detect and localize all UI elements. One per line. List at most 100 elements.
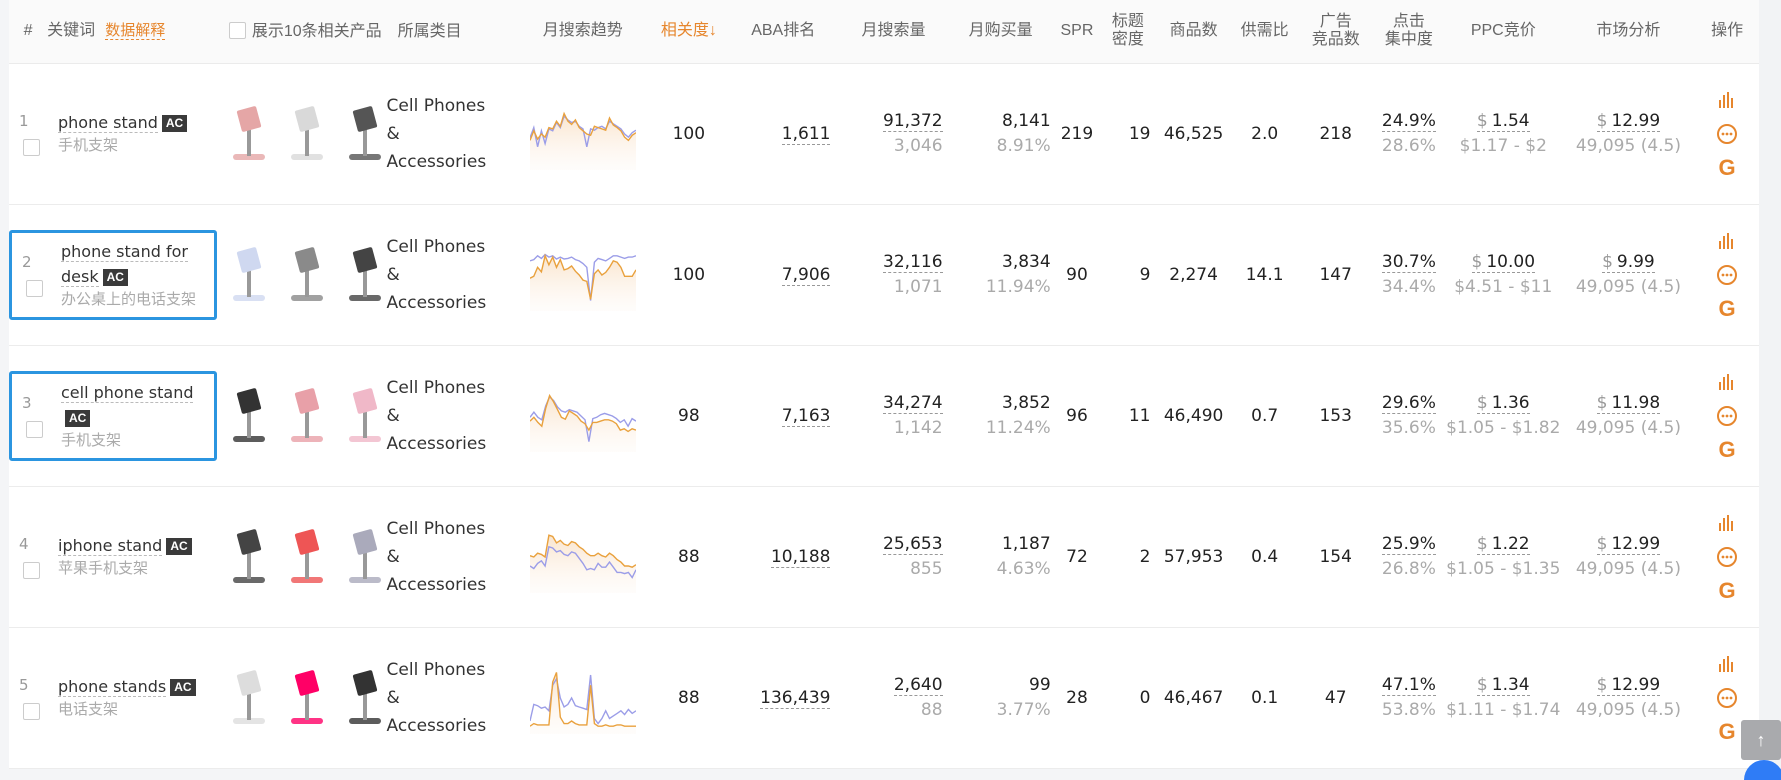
click-concentration[interactable]: 25.9% bbox=[1381, 533, 1436, 555]
market-price[interactable]: $12.99 bbox=[1596, 110, 1661, 132]
trend-sparkline[interactable] bbox=[514, 204, 652, 345]
more-options-icon[interactable] bbox=[1716, 687, 1738, 709]
aba-rank[interactable]: 7,163 bbox=[781, 405, 831, 427]
product-thumbnails bbox=[217, 63, 387, 204]
google-search-icon[interactable]: G bbox=[1716, 719, 1738, 744]
row-checkbox[interactable] bbox=[26, 420, 43, 438]
monthly-search-cell: 34,274 1,142 bbox=[840, 345, 946, 486]
ppc-bid[interactable]: $10.00 bbox=[1471, 251, 1536, 273]
product-thumbnail[interactable] bbox=[223, 525, 275, 589]
market-cell: $9.99 49,095 (4.5) bbox=[1562, 204, 1696, 345]
monthly-search[interactable]: 34,274 bbox=[883, 392, 943, 414]
scroll-to-top-button[interactable]: ↑ bbox=[1741, 720, 1781, 760]
col-supply-demand[interactable]: 供需比 bbox=[1231, 0, 1299, 63]
ppc-value: 1.34 bbox=[1491, 674, 1530, 695]
ppc-bid[interactable]: $1.36 bbox=[1476, 392, 1530, 414]
click-concentration[interactable]: 30.7% bbox=[1381, 251, 1436, 273]
col-aba-rank[interactable]: ABA排名 bbox=[726, 0, 841, 63]
monthly-search[interactable]: 2,640 bbox=[893, 674, 943, 696]
click-concentration[interactable]: 47.1% bbox=[1381, 674, 1436, 696]
col-click-concentration[interactable]: 点击 集中度 bbox=[1373, 0, 1445, 63]
google-search-icon[interactable]: G bbox=[1716, 296, 1738, 321]
keyword-text[interactable]: cell phone stand bbox=[61, 382, 194, 403]
market-price[interactable]: $9.99 bbox=[1602, 251, 1655, 273]
more-options-icon[interactable] bbox=[1716, 123, 1738, 145]
keyword-box: 2 phone stand for desk AC 办公桌上的电话支架 bbox=[9, 229, 217, 320]
ppc-bid[interactable]: $1.54 bbox=[1476, 110, 1530, 132]
product-thumbnail[interactable] bbox=[281, 384, 333, 448]
product-thumbnail[interactable] bbox=[281, 666, 333, 730]
product-thumbnail[interactable] bbox=[339, 243, 391, 307]
row-checkbox[interactable] bbox=[26, 279, 43, 297]
market-currency: $ bbox=[1596, 392, 1608, 413]
col-title-density[interactable]: 标题 密度 bbox=[1099, 0, 1156, 63]
show-products-checkbox[interactable] bbox=[228, 21, 246, 39]
trend-sparkline[interactable] bbox=[514, 627, 652, 768]
product-thumbnail[interactable] bbox=[281, 525, 333, 589]
col-ppc[interactable]: PPC竞价 bbox=[1445, 0, 1562, 63]
market-price[interactable]: $12.99 bbox=[1596, 533, 1661, 555]
product-thumbnail[interactable] bbox=[281, 102, 333, 166]
more-options-icon[interactable] bbox=[1716, 405, 1738, 427]
keyword[interactable]: phone stand for desk AC bbox=[61, 239, 214, 289]
col-market[interactable]: 市场分析 bbox=[1562, 0, 1696, 63]
google-search-icon[interactable]: G bbox=[1716, 155, 1738, 180]
aba-rank[interactable]: 10,188 bbox=[770, 546, 831, 568]
spr: 28 bbox=[1066, 687, 1088, 708]
google-search-icon[interactable]: G bbox=[1716, 437, 1738, 462]
col-monthly-purchase[interactable]: 月购买量 bbox=[947, 0, 1055, 63]
bar-chart-icon[interactable] bbox=[1716, 371, 1738, 393]
category-line: Cell Phones bbox=[386, 236, 486, 257]
market-price[interactable]: $12.99 bbox=[1596, 674, 1661, 696]
market-price[interactable]: $11.98 bbox=[1596, 392, 1661, 414]
bar-chart-icon[interactable] bbox=[1716, 512, 1738, 534]
keyword-text[interactable]: phone stands bbox=[58, 677, 167, 697]
bar-chart-icon[interactable] bbox=[1716, 653, 1738, 675]
product-thumbnail[interactable] bbox=[223, 243, 275, 307]
aba-rank[interactable]: 7,906 bbox=[781, 264, 831, 286]
actions-cell: G bbox=[1695, 63, 1759, 204]
aba-rank[interactable]: 136,439 bbox=[760, 687, 831, 709]
trend-sparkline[interactable] bbox=[514, 345, 652, 486]
keyword-text[interactable]: phone stand bbox=[58, 113, 158, 133]
google-search-icon[interactable]: G bbox=[1716, 578, 1738, 603]
product-thumbnail[interactable] bbox=[223, 384, 275, 448]
bar-chart-icon[interactable] bbox=[1716, 89, 1738, 111]
trend-sparkline[interactable] bbox=[514, 63, 652, 204]
product-thumbnail[interactable] bbox=[339, 102, 391, 166]
product-thumbnail[interactable] bbox=[339, 666, 391, 730]
data-explain-link[interactable]: 数据解释 bbox=[105, 22, 166, 41]
product-thumbnail[interactable] bbox=[281, 243, 333, 307]
row-checkbox[interactable] bbox=[23, 138, 40, 156]
more-options-icon[interactable] bbox=[1716, 546, 1738, 568]
bar-chart-icon[interactable] bbox=[1716, 230, 1738, 252]
market-reviews: 49,095 (4.5) bbox=[1575, 276, 1681, 297]
trend-sparkline[interactable] bbox=[514, 486, 652, 627]
keyword[interactable]: phone stand AC bbox=[58, 110, 217, 135]
keyword[interactable]: iphone stand AC bbox=[58, 533, 217, 558]
keyword[interactable]: phone stands AC bbox=[58, 674, 217, 699]
col-relevance-sort[interactable]: 相关度↓ bbox=[652, 0, 726, 63]
monthly-search[interactable]: 32,116 bbox=[883, 251, 943, 273]
click-concentration[interactable]: 24.9% bbox=[1381, 110, 1436, 132]
monthly-search[interactable]: 25,653 bbox=[883, 533, 943, 555]
col-product-count[interactable]: 商品数 bbox=[1156, 0, 1230, 63]
keyword-text[interactable]: iphone stand bbox=[58, 536, 163, 556]
row-checkbox[interactable] bbox=[23, 702, 40, 720]
monthly-search[interactable]: 91,372 bbox=[883, 110, 943, 132]
product-thumbnail[interactable] bbox=[223, 666, 275, 730]
category-line: & bbox=[386, 123, 400, 144]
row-checkbox[interactable] bbox=[23, 561, 40, 579]
col-ad-products[interactable]: 广告 竞品数 bbox=[1299, 0, 1373, 63]
aba-rank[interactable]: 1,611 bbox=[781, 123, 831, 145]
more-options-icon[interactable] bbox=[1716, 264, 1738, 286]
click-concentration[interactable]: 29.6% bbox=[1381, 392, 1436, 414]
col-monthly-search[interactable]: 月搜索量 bbox=[840, 0, 946, 63]
keyword[interactable]: cell phone stand AC bbox=[61, 380, 214, 430]
product-thumbnail[interactable] bbox=[339, 384, 391, 448]
ppc-bid[interactable]: $1.22 bbox=[1476, 533, 1530, 555]
ppc-bid[interactable]: $1.34 bbox=[1476, 674, 1530, 696]
product-thumbnail[interactable] bbox=[223, 102, 275, 166]
product-thumbnail[interactable] bbox=[339, 525, 391, 589]
col-spr[interactable]: SPR bbox=[1055, 0, 1100, 63]
